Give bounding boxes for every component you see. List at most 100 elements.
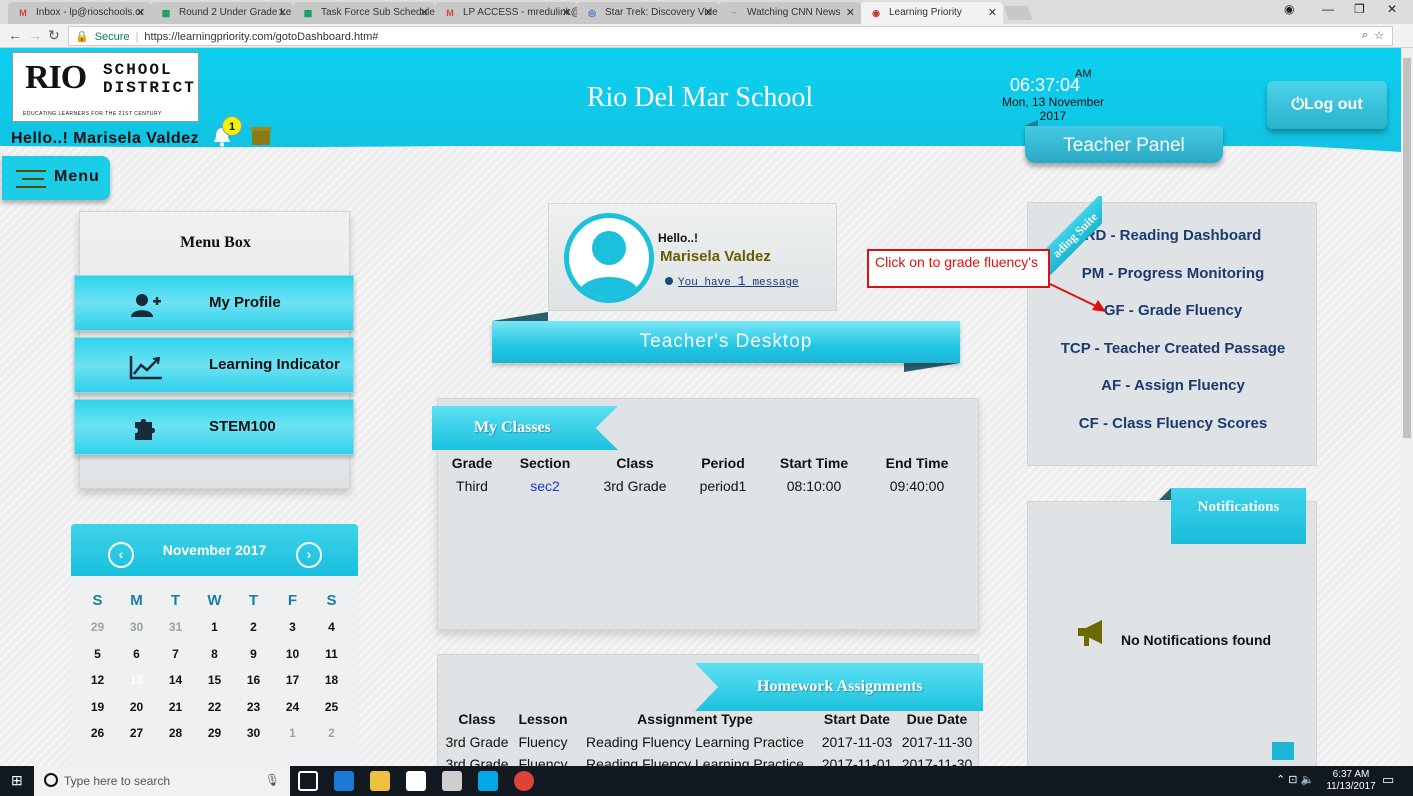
star-icon[interactable]: ☆ [1374,29,1384,42]
calendar-day[interactable]: 27 [117,721,156,745]
calendar-day[interactable]: 3 [273,615,312,639]
calendar-day[interactable]: 17 [273,668,312,692]
calendar-day[interactable]: 29 [195,721,234,745]
calendar-day[interactable]: 30 [234,721,273,745]
close-icon[interactable]: ✕ [988,6,997,19]
tab-title: Star Trek: Discovery Vide [605,7,718,18]
archive-icon[interactable] [251,127,271,145]
ribbon-fold [904,363,960,372]
calendar-day[interactable]: 26 [78,721,117,745]
sheets-icon: ▦ [303,8,313,18]
browser-tab[interactable]: ◎ Star Trek: Discovery Vide ✕ [577,2,719,24]
chrome-icon[interactable] [514,771,534,791]
teachers-desktop-ribbon: Teacher's Desktop [492,321,960,363]
close-icon[interactable]: ✕ [846,6,855,19]
calendar-day[interactable]: 30 [117,615,156,639]
calendar-day[interactable]: 14 [156,668,195,692]
archive-icon[interactable] [1272,742,1294,760]
close-icon[interactable]: ✕ [278,6,287,19]
district-logo: RIO SCHOOL DISTRICT EDUCATING LEARNERS FO… [12,52,199,122]
taskbar-clock[interactable]: 6:37 AM 11/13/2017 [1326,769,1376,793]
menu-button[interactable]: Menu [2,156,110,200]
browser-tab[interactable]: ▦ Task Force Sub Schedule ✕ [293,2,435,24]
task-view-icon[interactable] [298,771,318,791]
calendar-day[interactable]: 7 [156,642,195,666]
close-window-icon[interactable]: ✕ [1387,2,1397,16]
zoom-icon[interactable]: ⌕ [1362,29,1368,42]
calendar-day[interactable]: 20 [117,695,156,719]
calendar-day[interactable]: 11 [312,642,351,666]
close-icon[interactable]: ✕ [420,6,429,19]
browser-tab[interactable]: ~ Watching CNN News ✕ [719,2,861,24]
browser-tab[interactable]: M Inbox - lp@rioschools.or ✕ [8,2,151,24]
edge-icon[interactable] [334,771,354,791]
browser-tab[interactable]: M LP ACCESS - mredulink@ ✕ [435,2,577,24]
menu-item-stem100[interactable]: STEM100 [74,399,354,455]
back-icon[interactable]: ← [8,27,22,43]
calendar-day[interactable]: 18 [312,668,351,692]
calendar-day[interactable]: 9 [234,642,273,666]
browser-tab-active[interactable]: ◉ Learning Priority ✕ [861,2,1003,24]
close-icon[interactable]: ✕ [562,6,571,19]
table-cell: Reading Fluency Learning Practice [586,734,804,750]
logout-button[interactable]: ⏻Log out [1267,81,1387,129]
reload-icon[interactable]: ↻ [48,27,60,44]
file-explorer-icon[interactable] [370,771,390,791]
mail-icon[interactable] [442,771,462,791]
calendar-day[interactable]: 13 [117,668,156,692]
skype-icon[interactable] [478,771,498,791]
calendar-day[interactable]: 22 [195,695,234,719]
clock-ampm: AM [1075,68,1092,80]
menu-item-my-profile[interactable]: My Profile [74,275,354,331]
calendar-day[interactable]: 29 [78,615,117,639]
megaphone-icon [1078,620,1102,646]
windows-start-icon[interactable]: ⊞ [11,772,23,789]
calendar-day[interactable]: 24 [273,695,312,719]
link-assign-fluency[interactable]: AF - Assign Fluency [1028,377,1318,394]
close-icon[interactable]: ✕ [136,6,145,19]
close-icon[interactable]: ✕ [704,6,713,19]
calendar-day[interactable]: 12 [78,668,117,692]
minimize-icon[interactable]: — [1322,2,1334,16]
calendar-day[interactable]: 21 [156,695,195,719]
table-cell[interactable]: sec2 [495,478,595,494]
microphone-icon[interactable]: 🎙 [265,773,280,787]
calendar-day[interactable]: 15 [195,668,234,692]
link-teacher-created-passage[interactable]: TCP - Teacher Created Passage [1028,340,1318,357]
system-tray-icons[interactable]: ⌃ ⊡ 🔈 [1276,773,1314,786]
table-cell: 2017-11-03 [821,734,893,750]
calendar-day[interactable]: 10 [273,642,312,666]
action-center-icon[interactable]: ▭ [1382,772,1394,788]
new-tab-button[interactable] [1003,6,1033,20]
profile-icon[interactable]: ◉ [1284,2,1294,16]
sheets-icon: ▦ [161,8,171,18]
table-header: Section [519,455,571,471]
calendar-day[interactable]: 2 [234,615,273,639]
calendar-day[interactable]: 4 [312,615,351,639]
calendar-day[interactable]: 1 [273,721,312,745]
table-cell: 08:10:00 [786,478,842,494]
page-scrollbar[interactable] [1401,48,1413,766]
calendar-day[interactable]: 25 [312,695,351,719]
link-class-fluency-scores[interactable]: CF - Class Fluency Scores [1028,415,1318,432]
restore-icon[interactable]: ❐ [1354,2,1365,16]
url-input[interactable]: 🔒 Secure | https://learningpriority.com/got… [68,26,1393,46]
browser-tab[interactable]: ▦ Round 2 Under Grade Le ✕ [151,2,293,24]
calendar-day[interactable]: 2 [312,721,351,745]
menu-item-learning-indicator[interactable]: Learning Indicator [74,337,354,393]
calendar-day[interactable]: 5 [78,642,117,666]
messages-link[interactable]: You have 1 message [665,274,799,290]
calendar-day[interactable]: 23 [234,695,273,719]
calendar-day[interactable]: 16 [234,668,273,692]
calendar-day[interactable]: 8 [195,642,234,666]
calendar-day[interactable]: 31 [156,615,195,639]
taskbar-search-input[interactable]: Type here to search 🎙 [34,766,290,796]
forward-icon[interactable]: → [28,27,42,43]
calendar-day[interactable]: 19 [78,695,117,719]
store-icon[interactable] [406,771,426,791]
calendar-day[interactable]: 1 [195,615,234,639]
calendar-day[interactable]: 6 [117,642,156,666]
next-month-button[interactable]: › [296,542,322,568]
calendar-day[interactable]: 28 [156,721,195,745]
table-header: Class [458,711,496,727]
